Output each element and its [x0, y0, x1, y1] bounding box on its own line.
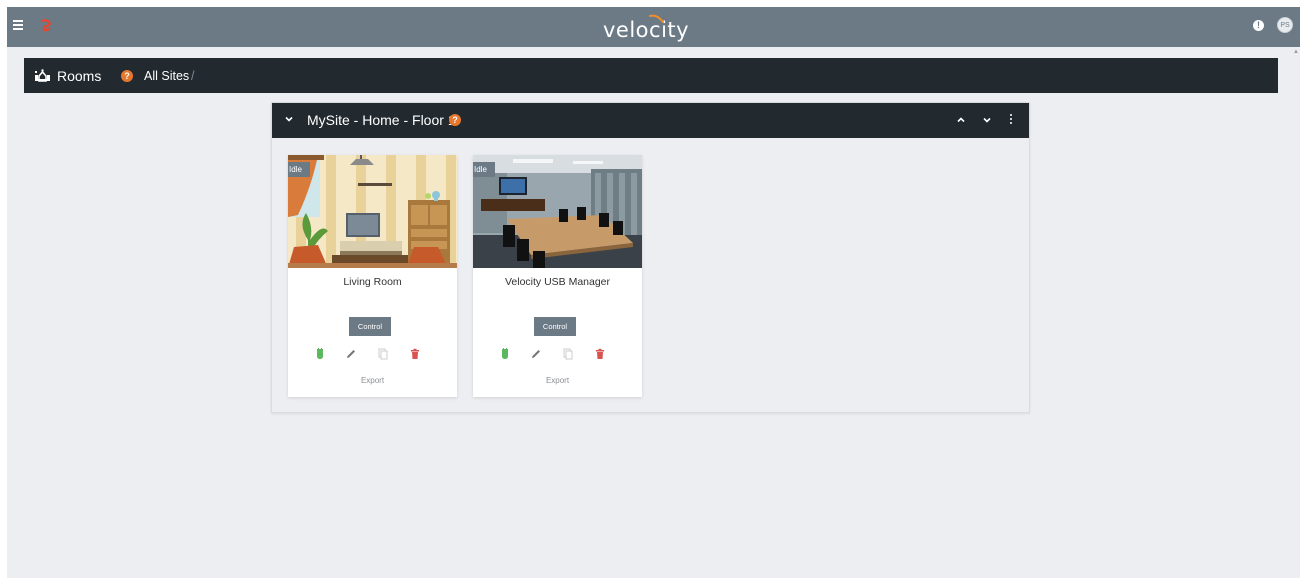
- logo-swoosh-icon: [649, 14, 664, 23]
- control-button[interactable]: Control: [534, 317, 576, 336]
- edit-pencil-icon[interactable]: [345, 348, 357, 360]
- copy-icon[interactable]: [377, 348, 389, 360]
- chevron-down-icon[interactable]: [284, 114, 294, 124]
- room-card: Idle Living Room Control Export: [288, 155, 457, 397]
- export-link[interactable]: Export: [288, 376, 457, 385]
- power-icon[interactable]: [314, 348, 326, 360]
- rooms-icon: [35, 69, 50, 82]
- menu-hamburger-icon[interactable]: [13, 20, 23, 30]
- breadcrumb-bar: Rooms ? All Sites /: [24, 58, 1278, 93]
- top-bar: velocity ! PS: [7, 7, 1300, 47]
- copy-icon[interactable]: [562, 348, 574, 360]
- site-panel-header: MySite - Home - Floor 1 ?: [272, 103, 1029, 138]
- status-badge: Idle: [288, 162, 310, 177]
- move-down-chevron-icon[interactable]: [981, 113, 993, 127]
- velocity-logo: velocity: [603, 14, 713, 44]
- more-options-icon[interactable]: [1009, 114, 1013, 126]
- rooms-help-icon[interactable]: ?: [121, 70, 133, 82]
- breadcrumb-all-sites-link[interactable]: All Sites: [144, 69, 189, 83]
- conference-room-photo: [473, 155, 642, 268]
- status-badge: Idle: [473, 162, 495, 177]
- velocity-sway-icon[interactable]: [39, 18, 53, 32]
- logo-text: velocity: [603, 18, 690, 42]
- edit-pencil-icon[interactable]: [530, 348, 542, 360]
- site-help-icon[interactable]: ?: [449, 114, 461, 126]
- scrollbar-up-arrow-icon[interactable]: ▲: [1293, 49, 1299, 55]
- room-name: Velocity USB Manager: [504, 276, 611, 288]
- user-avatar[interactable]: PS: [1277, 17, 1293, 33]
- delete-trash-icon[interactable]: [594, 348, 606, 360]
- delete-trash-icon[interactable]: [409, 348, 421, 360]
- living-room-illustration: [288, 155, 457, 268]
- control-button[interactable]: Control: [349, 317, 391, 336]
- move-up-chevron-icon[interactable]: [955, 113, 967, 127]
- room-name: Living Room: [343, 276, 402, 288]
- room-image[interactable]: Idle: [473, 155, 642, 268]
- room-card: Idle Velocity USB Manager Control Export: [473, 155, 642, 397]
- power-icon[interactable]: [499, 348, 511, 360]
- room-image[interactable]: Idle: [288, 155, 457, 268]
- app-frame: velocity ! PS ▲ Rooms ? All Sites / MySi: [7, 7, 1300, 578]
- export-link[interactable]: Export: [473, 376, 642, 385]
- site-title: MySite - Home - Floor 1: [307, 112, 456, 128]
- site-panel: MySite - Home - Floor 1 ? Idle Living Ro…: [271, 102, 1030, 413]
- page-title: Rooms: [57, 68, 102, 84]
- breadcrumb-separator: /: [191, 69, 195, 83]
- info-icon[interactable]: !: [1253, 20, 1264, 31]
